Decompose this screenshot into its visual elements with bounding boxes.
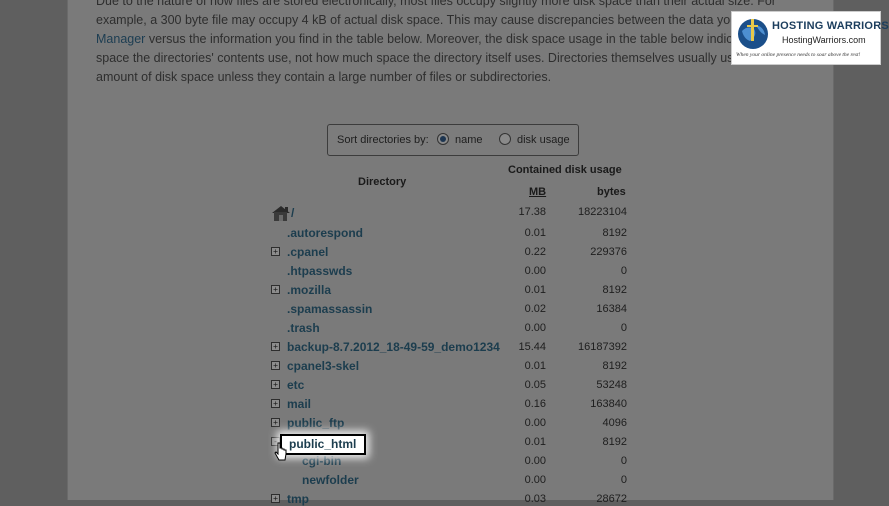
intro-paragraph: Due to the nature of how files are store… <box>96 0 786 87</box>
intro-line: example, a 300 byte file may occupy 4 kB… <box>96 13 786 27</box>
directory-bytes: 229376 <box>590 246 627 258</box>
directory-bytes: 163840 <box>590 398 627 410</box>
mb-column-header[interactable]: MB <box>529 186 546 198</box>
directory-link[interactable]: cgi-bin <box>302 454 341 468</box>
intro-line: amount of disk space unless they contain… <box>96 70 552 84</box>
directory-bytes: 0 <box>620 455 627 467</box>
directory-bytes: 8192 <box>602 360 627 372</box>
directory-link[interactable]: backup-8.7.2012_18-49-59_demo1234 <box>287 340 500 354</box>
sort-options-box: Sort directories by: name disk usage <box>327 124 579 156</box>
intro-line-rest: versus the information you find in the t… <box>145 32 786 46</box>
directory-link[interactable]: .htpasswds <box>287 264 352 278</box>
directory-bytes: 0 <box>620 265 627 277</box>
expand-icon[interactable]: + <box>271 285 280 294</box>
expand-icon[interactable]: + <box>271 418 280 427</box>
directory-link[interactable]: etc <box>287 378 304 392</box>
highlighted-directory[interactable]: public_html <box>280 434 366 455</box>
directory-bytes: 16384 <box>596 303 627 315</box>
logo-tagline: When your online presence needs to soar … <box>736 52 861 58</box>
expand-icon[interactable]: + <box>271 247 280 256</box>
directory-column-header: Directory <box>358 176 407 188</box>
expand-icon[interactable]: + <box>271 342 280 351</box>
directory-bytes: 16187392 <box>578 341 627 353</box>
globe-icon <box>736 17 770 56</box>
expand-icon[interactable]: + <box>271 380 280 389</box>
directory-bytes: 8192 <box>602 436 627 448</box>
directory-bytes: 0 <box>620 322 627 334</box>
hosting-warriors-logo: HOSTING WARRIORS HostingWarriors.com Whe… <box>731 11 889 65</box>
root-bytes: 18223104 <box>578 206 627 218</box>
directory-link[interactable]: public_ftp <box>287 416 344 430</box>
directory-link[interactable]: tmp <box>287 492 309 506</box>
directory-link[interactable]: .autorespond <box>287 226 363 240</box>
intro-line: space the directories' contents use, not… <box>96 51 786 65</box>
directory-link[interactable]: mail <box>287 397 311 411</box>
expand-icon[interactable]: + <box>271 399 280 408</box>
bytes-column-header: bytes <box>597 186 626 198</box>
directory-bytes: 8192 <box>602 284 627 296</box>
sort-by-name-label[interactable]: name <box>455 134 483 146</box>
directory-bytes: 8192 <box>602 227 627 239</box>
directory-bytes: 0 <box>620 474 627 486</box>
logo-title: HOSTING WARRIORS <box>772 20 889 32</box>
intro-line: Manager versus the information you find … <box>96 30 786 49</box>
directory-link[interactable]: .mozilla <box>287 283 331 297</box>
intro-line: Due to the nature of how files are store… <box>96 0 776 8</box>
sort-by-name-radio[interactable] <box>437 133 449 145</box>
expand-icon[interactable]: + <box>271 494 280 503</box>
logo-url: HostingWarriors.com <box>782 35 866 45</box>
mouse-cursor-icon <box>274 442 288 467</box>
directory-bytes: 28672 <box>596 493 627 505</box>
sort-by-disk-usage-label[interactable]: disk usage <box>517 134 570 146</box>
file-manager-link[interactable]: Manager <box>96 32 145 46</box>
directory-link[interactable]: newfolder <box>302 473 359 487</box>
sort-by-disk-usage-radio[interactable] <box>499 133 511 145</box>
directory-link[interactable]: .cpanel <box>287 245 328 259</box>
expand-icon[interactable]: + <box>271 361 280 370</box>
sort-label: Sort directories by: <box>337 134 429 146</box>
directory-bytes: 53248 <box>596 379 627 391</box>
public-html-link[interactable]: public_html <box>289 437 356 451</box>
directory-bytes: 4096 <box>602 417 627 429</box>
root-dir-name[interactable]: / <box>291 206 294 220</box>
directory-link[interactable]: .spamassassin <box>287 302 372 316</box>
directory-link[interactable]: cpanel3-skel <box>287 359 359 373</box>
directory-link[interactable]: .trash <box>287 321 320 335</box>
contained-usage-header: Contained disk usage <box>508 164 622 176</box>
